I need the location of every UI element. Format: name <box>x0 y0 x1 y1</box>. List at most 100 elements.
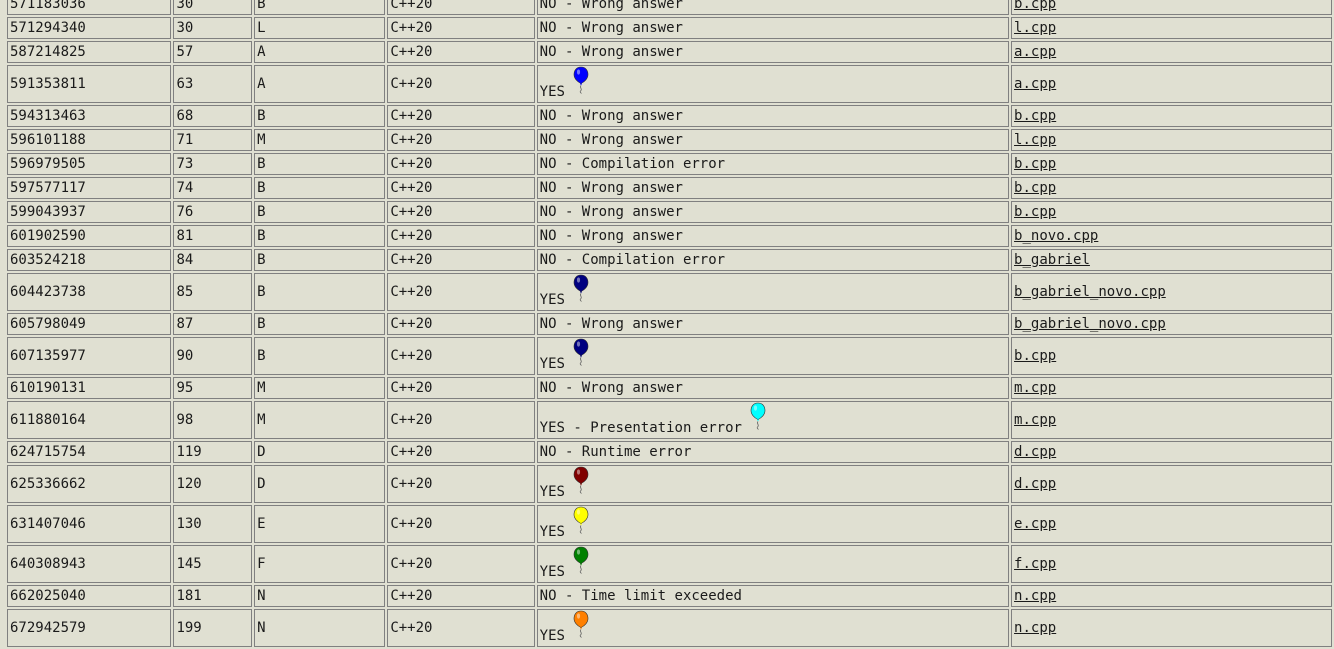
table-row: 597577117 74 B C++20 NO - Wrong answer b… <box>7 177 1332 199</box>
answer-cell: NO - Compilation error <box>536 153 1010 175</box>
table-row: 587214825 57 A C++20 NO - Wrong answer a… <box>7 41 1332 63</box>
run-time-cell: 199 <box>173 609 253 647</box>
run-number-cell: 591353811 <box>7 65 172 103</box>
language-cell: C++20 <box>387 441 535 463</box>
file-cell: d.cpp <box>1011 465 1332 503</box>
answer-cell: NO - Wrong answer <box>536 177 1010 199</box>
file-link[interactable]: f.cpp <box>1014 556 1056 572</box>
run-number-cell: 596979505 <box>7 153 172 175</box>
file-link[interactable]: a.cpp <box>1014 76 1056 92</box>
answer-text: YES <box>539 84 565 100</box>
balloon-icon <box>573 66 589 94</box>
run-time-cell: 76 <box>173 201 253 223</box>
language-cell: C++20 <box>387 65 535 103</box>
file-link[interactable]: b.cpp <box>1014 156 1056 172</box>
answer-cell: NO - Wrong answer <box>536 41 1010 63</box>
language-cell: C++20 <box>387 249 535 271</box>
file-link[interactable]: b.cpp <box>1014 348 1056 364</box>
run-time-cell: 145 <box>173 545 253 583</box>
table-row: 571294340 30 L C++20 NO - Wrong answer l… <box>7 17 1332 39</box>
answer-cell: YES <box>536 505 1010 543</box>
answer-cell: NO - Wrong answer <box>536 313 1010 335</box>
problem-cell: A <box>254 65 386 103</box>
file-cell: b_novo.cpp <box>1011 225 1332 247</box>
answer-text: YES <box>539 484 565 500</box>
problem-cell: N <box>254 609 386 647</box>
answer-cell: YES <box>536 337 1010 375</box>
answer-text: NO - Wrong answer <box>539 20 683 36</box>
file-cell: a.cpp <box>1011 41 1332 63</box>
table-row: 625336662 120 D C++20 YES d.cpp <box>7 465 1332 503</box>
run-time-cell: 30 <box>173 17 253 39</box>
file-link[interactable]: b.cpp <box>1014 180 1056 196</box>
answer-text: NO - Wrong answer <box>539 228 683 244</box>
problem-cell: B <box>254 177 386 199</box>
language-cell: C++20 <box>387 129 535 151</box>
run-number-cell: 662025040 <box>7 585 172 607</box>
language-cell: C++20 <box>387 609 535 647</box>
file-cell: b_gabriel <box>1011 249 1332 271</box>
file-link[interactable]: n.cpp <box>1014 620 1056 636</box>
language-cell: C++20 <box>387 377 535 399</box>
file-link[interactable]: d.cpp <box>1014 476 1056 492</box>
run-time-cell: 71 <box>173 129 253 151</box>
file-cell: b.cpp <box>1011 337 1332 375</box>
table-row: 631407046 130 E C++20 YES e.cpp <box>7 505 1332 543</box>
language-cell: C++20 <box>387 505 535 543</box>
language-cell: C++20 <box>387 41 535 63</box>
balloon-icon <box>573 466 589 494</box>
run-time-cell: 85 <box>173 273 253 311</box>
file-link[interactable]: a.cpp <box>1014 44 1056 60</box>
run-time-cell: 87 <box>173 313 253 335</box>
answer-cell: NO - Wrong answer <box>536 0 1010 15</box>
answer-text: NO - Runtime error <box>539 444 692 460</box>
file-link[interactable]: b.cpp <box>1014 108 1056 124</box>
language-cell: C++20 <box>387 273 535 311</box>
run-time-cell: 68 <box>173 105 253 127</box>
answer-text: NO - Time limit exceeded <box>539 588 742 604</box>
file-link[interactable]: n.cpp <box>1014 588 1056 604</box>
balloon-icon <box>750 402 766 430</box>
answer-cell: NO - Wrong answer <box>536 225 1010 247</box>
file-link[interactable]: l.cpp <box>1014 132 1056 148</box>
file-link[interactable]: m.cpp <box>1014 412 1056 428</box>
table-row: 624715754 119 D C++20 NO - Runtime error… <box>7 441 1332 463</box>
run-time-cell: 63 <box>173 65 253 103</box>
run-time-cell: 90 <box>173 337 253 375</box>
file-link[interactable]: b_novo.cpp <box>1014 228 1098 244</box>
table-row: 601902590 81 B C++20 NO - Wrong answer b… <box>7 225 1332 247</box>
file-link[interactable]: b.cpp <box>1014 204 1056 220</box>
file-link[interactable]: b_gabriel_novo.cpp <box>1014 316 1166 332</box>
file-link[interactable]: l.cpp <box>1014 20 1056 36</box>
table-row: 672942579 199 N C++20 YES n.cpp <box>7 609 1332 647</box>
problem-cell: B <box>254 153 386 175</box>
file-link[interactable]: b_gabriel_novo.cpp <box>1014 284 1166 300</box>
answer-text: NO - Wrong answer <box>539 380 683 396</box>
file-cell: l.cpp <box>1011 17 1332 39</box>
run-number-cell: 599043937 <box>7 201 172 223</box>
file-link[interactable]: e.cpp <box>1014 516 1056 532</box>
table-row: 603524218 84 B C++20 NO - Compilation er… <box>7 249 1332 271</box>
answer-cell: YES <box>536 545 1010 583</box>
answer-text: YES <box>539 564 565 580</box>
file-link[interactable]: b.cpp <box>1014 0 1056 12</box>
file-cell: b_gabriel_novo.cpp <box>1011 273 1332 311</box>
run-time-cell: 119 <box>173 441 253 463</box>
answer-text: YES <box>539 356 565 372</box>
file-link[interactable]: b_gabriel <box>1014 252 1090 268</box>
file-cell: b_gabriel_novo.cpp <box>1011 313 1332 335</box>
file-link[interactable]: m.cpp <box>1014 380 1056 396</box>
run-time-cell: 95 <box>173 377 253 399</box>
answer-cell: YES - Presentation error <box>536 401 1010 439</box>
run-time-cell: 73 <box>173 153 253 175</box>
runs-table-body: 571183036 30 B C++20 NO - Wrong answer b… <box>7 0 1332 647</box>
problem-cell: B <box>254 313 386 335</box>
file-cell: e.cpp <box>1011 505 1332 543</box>
run-time-cell: 30 <box>173 0 253 15</box>
language-cell: C++20 <box>387 401 535 439</box>
language-cell: C++20 <box>387 105 535 127</box>
file-link[interactable]: d.cpp <box>1014 444 1056 460</box>
file-cell: d.cpp <box>1011 441 1332 463</box>
run-number-cell: 604423738 <box>7 273 172 311</box>
table-row: 599043937 76 B C++20 NO - Wrong answer b… <box>7 201 1332 223</box>
